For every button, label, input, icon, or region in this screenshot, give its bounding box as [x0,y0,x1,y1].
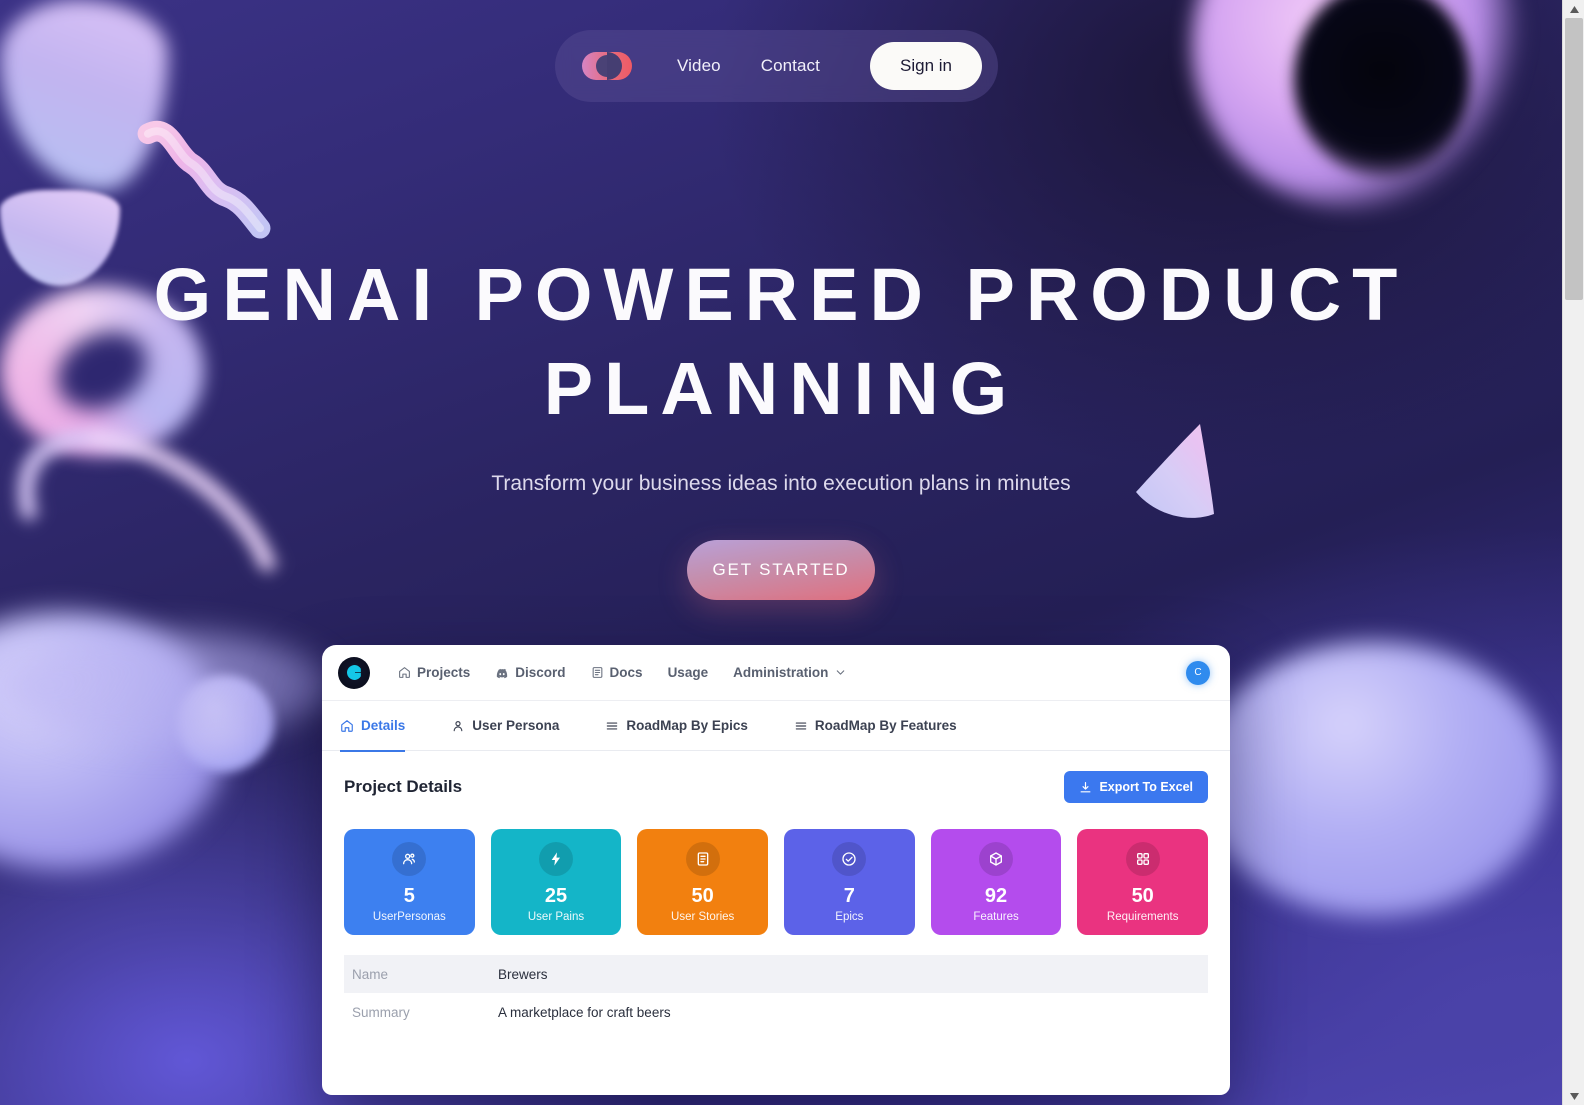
app-logo-c-glyph [346,665,361,680]
cta-container: GET STARTED [0,540,1562,600]
app-nav-administration-label: Administration [733,665,829,680]
row-key: Summary [352,1004,410,1020]
page-title: GenAI Powered Product Planning [153,253,1409,430]
tab-roadmap-by-features-label: RoadMap By Features [814,718,957,733]
stat-value: 50 [691,885,714,907]
app-logo-icon[interactable] [338,656,370,689]
list-icon [607,722,618,729]
home-icon [399,667,410,678]
stat-card-user-stories[interactable]: 50 User Stories [637,829,769,935]
app-preview-card: Projects Discord Docs Usage Administrati… [322,645,1230,1095]
site-nav-links: Video Contact [677,56,820,76]
export-to-excel-label: Export To Excel [1099,780,1193,794]
sign-in-button[interactable]: Sign in [870,42,982,90]
stat-card-epics[interactable]: 7 Epics [784,829,915,935]
app-nav-usage-label: Usage [667,665,709,680]
app-content: Project Details Export To Excel 5 UserPe… [322,751,1230,1031]
panel-title: Project Details [344,777,463,796]
row-value: A marketplace for craft beers [498,1004,671,1020]
nav-link-contact[interactable]: Contact [761,56,820,76]
scroll-down-arrow-icon[interactable] [1563,1087,1584,1105]
decor-blob-bottom-right [0,632,330,742]
app-navbar: Projects Discord Docs Usage Administrati… [322,645,1230,701]
page-scrollbar[interactable] [1562,0,1584,1105]
app-nav-items: Projects Discord Docs Usage Administrati… [398,665,847,680]
hero-subtitle: Transform your business ideas into execu… [491,472,1071,495]
person-icon [453,720,463,731]
home-icon [341,719,353,732]
tab-roadmap-by-epics-label: RoadMap By Epics [626,718,748,733]
table-row: Summary A marketplace for craft beers [344,993,1208,1031]
detail-table: Name Brewers Summary A marketplace for c… [344,955,1208,1031]
stat-label: Epics [835,911,864,923]
app-nav-administration[interactable]: Administration [733,665,847,680]
tab-details-label: Details [361,718,406,733]
box-icon [979,842,1014,876]
tab-user-persona-label: User Persona [472,718,560,733]
stat-label: User Pains [527,911,585,923]
page-root: GenAI Powered Product Planning Transform… [0,0,1584,1105]
stat-label: User Stories [671,911,735,923]
brand-logo-icon[interactable] [581,49,633,83]
lightning-icon [539,842,573,876]
decor-ellipse-right [1198,642,1550,916]
row-key: Name [352,966,389,982]
stat-label: Features [973,911,1019,923]
document-icon [685,842,720,876]
nav-link-video[interactable]: Video [677,56,721,76]
stat-value: 5 [403,885,415,907]
user-avatar[interactable]: C [1186,660,1210,685]
scrollbar-thumb[interactable] [1565,18,1583,300]
stat-label: UserPersonas [372,911,446,923]
stat-value: 50 [1131,885,1154,907]
app-tab-bar: Details User Persona RoadMap By Epics Ro… [322,701,1230,752]
app-nav-discord[interactable]: Discord [495,665,566,680]
stat-card-requirements[interactable]: 50 Requirements [1077,829,1209,935]
document-icon [592,667,602,678]
download-icon [1081,781,1091,792]
get-started-button[interactable]: GET STARTED [687,540,875,600]
app-nav-projects[interactable]: Projects [398,665,470,680]
stat-card-user-pains[interactable]: 25 User Pains [490,829,622,935]
stat-label: Requirements [1106,911,1179,923]
stat-value: 25 [544,885,568,907]
users-icon [392,842,427,876]
chevron-down-icon [837,670,845,675]
app-nav-docs[interactable]: Docs [591,665,643,680]
app-nav-discord-label: Discord [515,665,566,680]
stat-card-features[interactable]: 92 Features [930,829,1062,935]
tab-user-persona[interactable]: User Persona [451,701,581,751]
panel-header: Project Details Export To Excel [344,771,1208,803]
app-nav-usage[interactable]: Usage [668,665,709,680]
site-navbar: Video Contact Sign in [555,30,998,102]
stat-card-userpersonas[interactable]: 5 UserPersonas [344,829,475,935]
discord-icon [497,668,508,678]
app-nav-projects-label: Projects [417,665,471,680]
row-value: Brewers [498,966,548,982]
tab-details[interactable]: Details [340,701,427,752]
scroll-up-arrow-icon[interactable] [1563,0,1584,18]
export-to-excel-button[interactable]: Export To Excel [1064,771,1208,803]
stat-value: 92 [984,885,1008,907]
tab-roadmap-by-epics[interactable]: RoadMap By Epics [605,701,770,751]
stat-value: 7 [843,885,855,907]
stat-card-list: 5 UserPersonas 25 User Pains 50 User Sto… [344,829,1209,935]
list-icon [795,722,807,729]
table-row: Name Brewers [344,955,1208,993]
grid-icon [1125,842,1160,876]
tab-roadmap-by-features[interactable]: RoadMap By Features [794,701,979,751]
app-nav-docs-label: Docs [609,665,643,680]
check-circle-icon [832,842,867,876]
